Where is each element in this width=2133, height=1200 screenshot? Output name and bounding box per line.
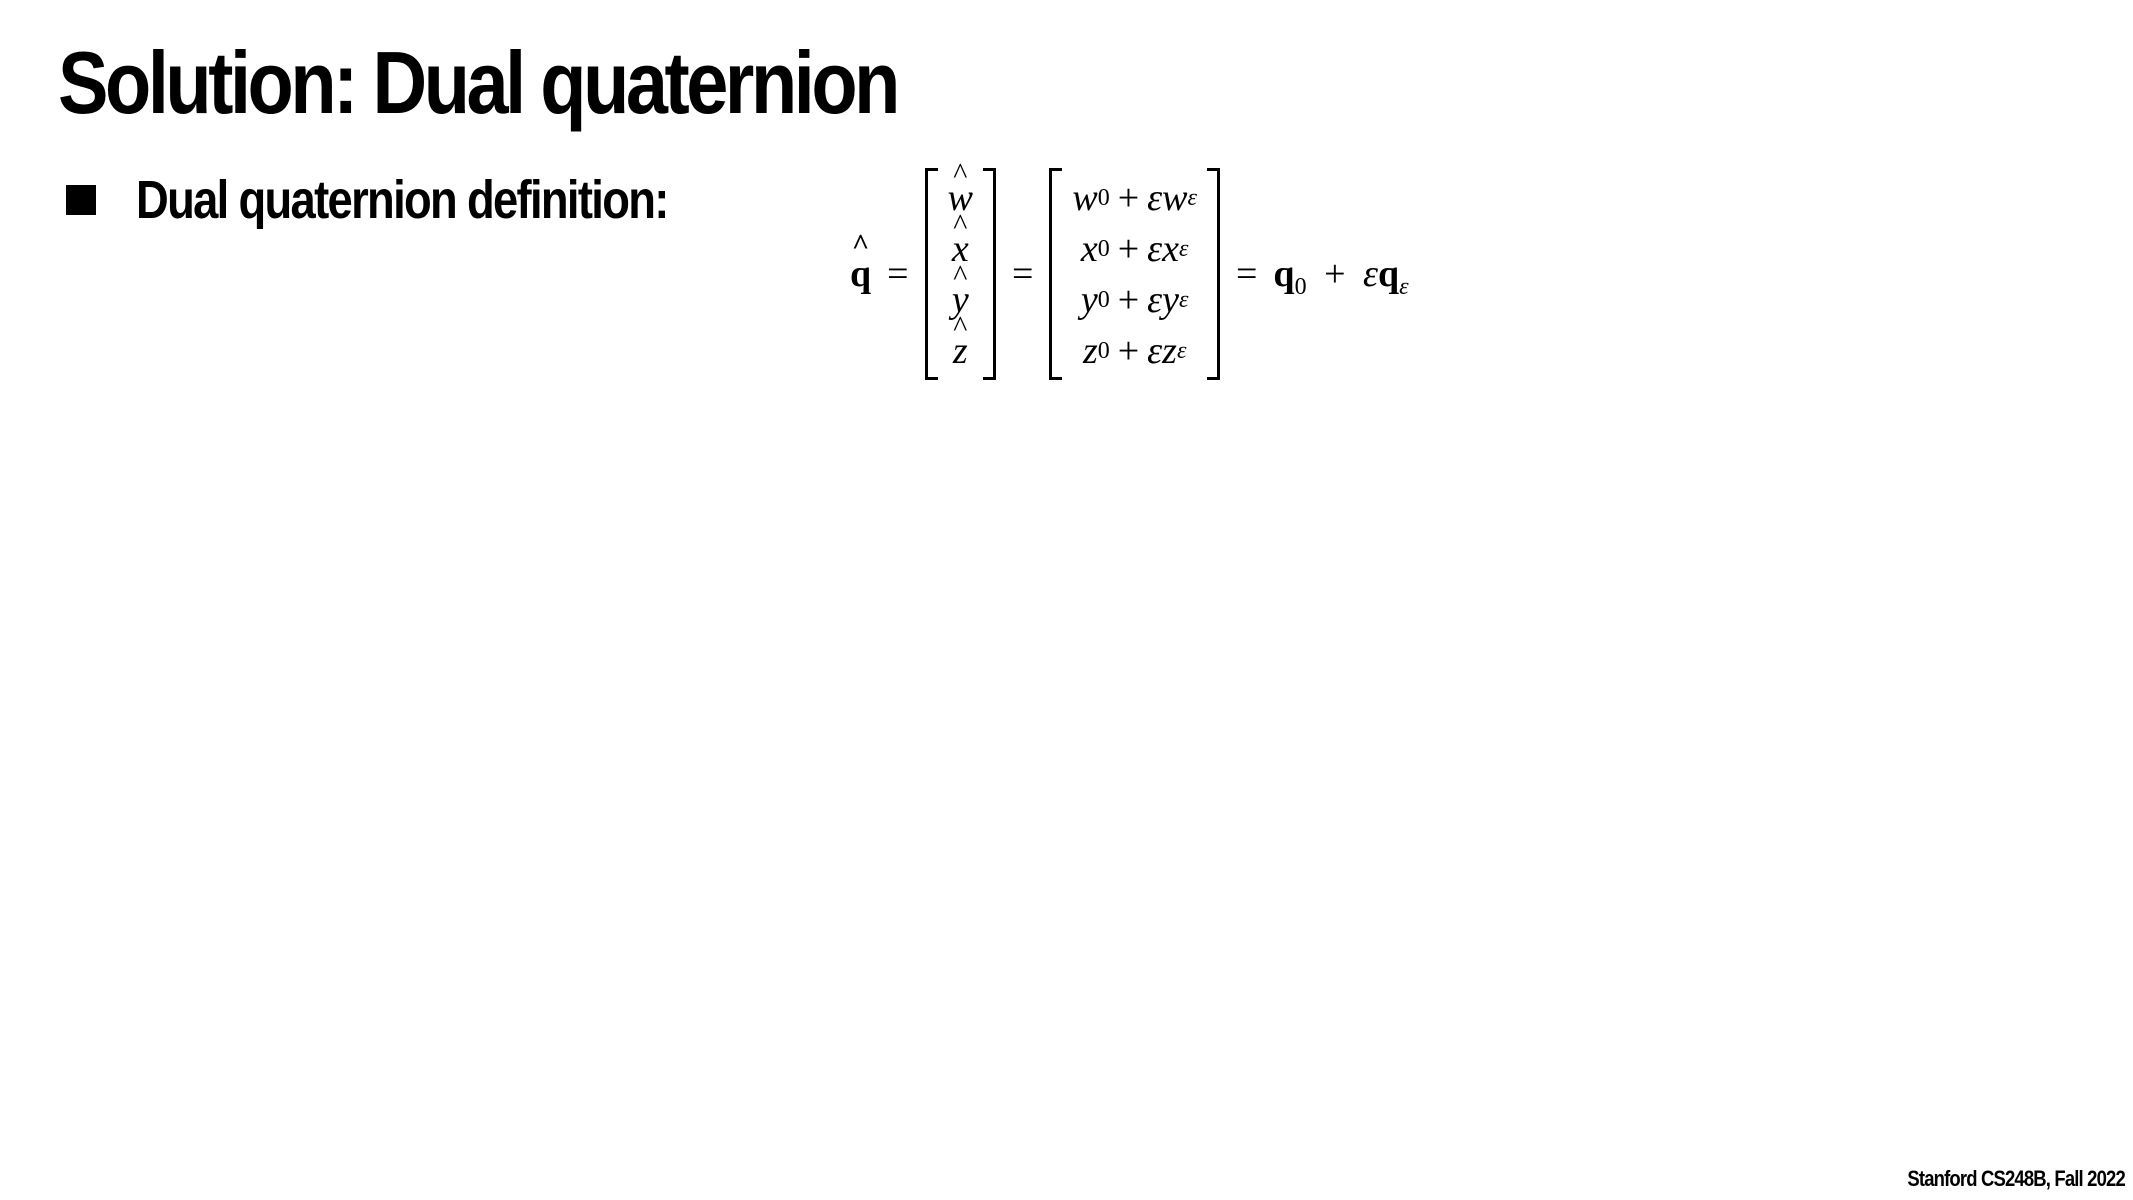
right-bracket <box>982 168 996 380</box>
expanded-vector-matrix: w0 + εwε x0 + εxε y0 + εyε z0 + εzε <box>1049 168 1220 380</box>
equals-sign: = <box>1011 253 1034 295</box>
z-hat: z <box>953 328 968 374</box>
equals-sign: = <box>1235 253 1258 295</box>
matrix-cell: z <box>953 326 968 376</box>
left-bracket <box>924 168 938 380</box>
equals-sign: = <box>887 253 909 295</box>
matrix-cell-w: w0 + εwε <box>1072 176 1197 219</box>
matrix-cell-x: x0 + εxε <box>1080 227 1189 270</box>
footer-course-label: Stanford CS248B, Fall 2022 <box>1907 1166 2126 1191</box>
q-zero: q <box>1273 253 1295 295</box>
left-bracket <box>1049 168 1063 380</box>
expanded-vector-column: w0 + εwε x0 + εxε y0 + εyε z0 + εzε <box>1062 168 1207 380</box>
hat-vector-matrix: w x y z <box>924 168 996 380</box>
bullet-item: Dual quaternion definition: <box>66 160 769 240</box>
matrix-cell-y: y0 + εyε <box>1080 278 1189 321</box>
hat-vector-column: w x y z <box>938 168 983 380</box>
matrix-cell-z: z0 + εzε <box>1082 329 1187 372</box>
bullet-square-icon <box>66 185 96 215</box>
right-bracket <box>1206 168 1220 380</box>
q-hat-symbol: q <box>850 252 871 296</box>
slide-title: Solution: Dual quaternion <box>58 33 900 132</box>
dual-quaternion-equation: q = w x y z = w0 + εwε x0 + εxε y0 <box>850 168 1409 380</box>
bullet-text: Dual quaternion definition: <box>136 170 669 230</box>
rhs-expression: q0 + εqε <box>1273 253 1409 300</box>
q-epsilon: q <box>1377 253 1400 295</box>
